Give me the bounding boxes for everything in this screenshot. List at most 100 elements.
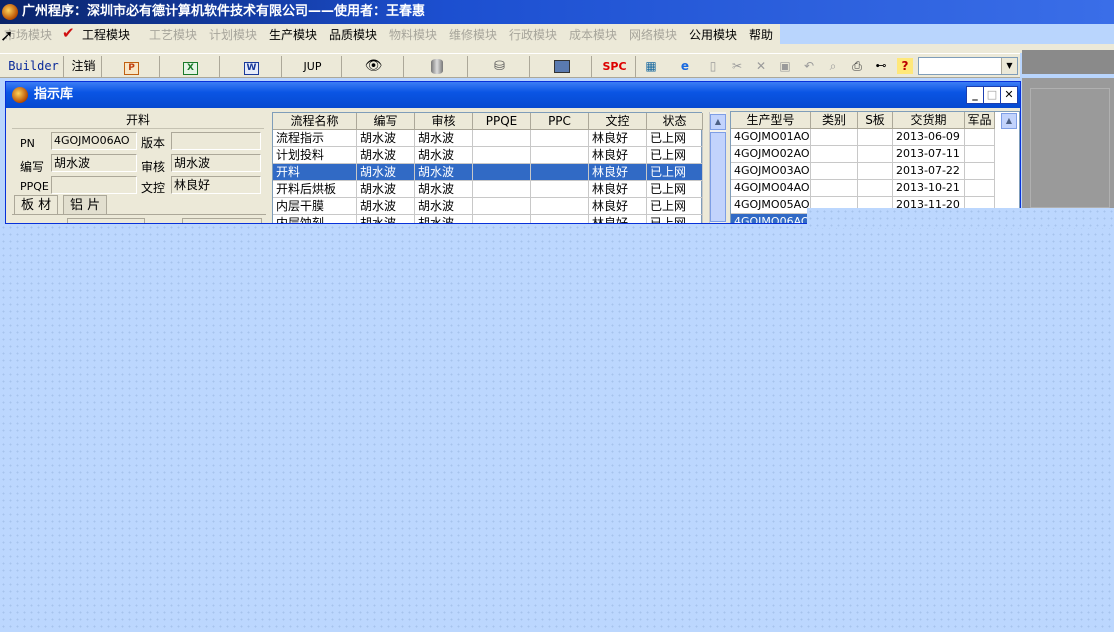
print-icon[interactable]: ⎙ [849,58,865,74]
model-cell[interactable]: 4GOJMO06AO [731,214,811,223]
doc-control-field[interactable]: 林良好 [171,176,261,194]
process-cell[interactable]: 内层干膜 [273,198,357,215]
new-doc-icon[interactable]: ▯ [705,58,721,74]
process-cell[interactable]: 林良好 [589,130,647,147]
model-cell[interactable]: 2013-07-22 [893,163,965,180]
menu-item-production[interactable]: 生产模块 [269,26,317,43]
process-cell[interactable]: 已上网 [647,147,703,164]
process-row[interactable]: 内层干膜 胡水波 胡水波 林良好 已上网 [273,198,703,215]
process-cell[interactable] [531,130,589,147]
writer-field[interactable]: 胡水波 [51,154,137,172]
model-cell[interactable] [858,180,893,197]
process-cell[interactable]: 林良好 [589,147,647,164]
process-cell[interactable]: 已上网 [647,181,703,198]
process-cell[interactable]: 胡水波 [357,164,415,181]
process-cell[interactable]: 林良好 [589,198,647,215]
menu-item-planning[interactable]: 计划模块 [209,26,257,43]
binoculars-icon[interactable]: ⊷ [873,58,889,74]
menu-item-common[interactable]: 公用模块 [689,26,737,43]
process-cell[interactable]: 开料 [273,164,357,181]
process-col-header[interactable]: PPQE [473,113,531,130]
process-cell[interactable]: 胡水波 [415,181,473,198]
cut-icon[interactable]: ✂ [729,58,745,74]
model-col-header[interactable]: 交货期 [893,112,965,129]
model-col-header[interactable]: 生产型号 [731,112,811,129]
process-cell[interactable] [473,130,531,147]
process-cell[interactable]: 胡水波 [415,164,473,181]
word-button[interactable]: W [222,56,282,77]
process-row[interactable]: 开料后烘板 胡水波 胡水波 林良好 已上网 [273,181,703,198]
scroll-up-icon[interactable]: ▲ [710,114,726,130]
model-cell[interactable]: 4GOJMO01AO [731,129,811,146]
process-cell[interactable]: 胡水波 [357,130,415,147]
model-cell[interactable]: 2013-07-11 [893,146,965,163]
process-cell[interactable] [531,215,589,223]
process-row[interactable]: 开料 胡水波 胡水波 林良好 已上网 [273,164,703,181]
model-cell[interactable]: 2013-10-21 [893,180,965,197]
process-cell[interactable]: 胡水波 [415,147,473,164]
menu-item-quality[interactable]: 品质模块 [329,26,377,43]
process-cell[interactable] [531,181,589,198]
process-cell[interactable]: 胡水波 [415,198,473,215]
model-cell[interactable] [811,180,858,197]
model-cell[interactable] [965,163,995,180]
process-cell[interactable]: 已上网 [647,130,703,147]
logout-button[interactable]: 注销 [66,56,102,77]
model-row[interactable]: 4GOJMO02AO 2013-07-11 [731,146,995,163]
ppt-button[interactable]: P [104,56,160,77]
minimize-button[interactable]: _ [966,86,984,104]
model-cell[interactable]: 4GOJMO02AO [731,146,811,163]
process-cell[interactable]: 胡水波 [357,181,415,198]
model-cell[interactable] [811,129,858,146]
menu-item-process[interactable]: 工艺模块 [149,26,197,43]
process-cell[interactable]: 林良好 [589,215,647,223]
process-cell[interactable]: 胡水波 [415,215,473,223]
process-cell[interactable]: 林良好 [589,181,647,198]
window-titlebar[interactable]: 指示库 _ □ ✕ [6,82,1020,108]
model-cell[interactable]: 4GOJMO05AO [731,197,811,214]
pn-field[interactable]: 4GOJMO06AO [51,132,137,150]
process-cell[interactable]: 开料后烘板 [273,181,357,198]
calculator-icon[interactable]: ▦ [643,58,659,74]
process-cell[interactable] [531,147,589,164]
tab-sheet[interactable]: 板 材 [14,195,59,215]
tab-aluminum[interactable]: 铝 片 [63,195,108,215]
process-cell[interactable] [531,198,589,215]
save-icon[interactable]: ▣ [777,58,793,74]
model-cell[interactable]: 4GOJMO04AO [731,180,811,197]
maximize-button[interactable]: □ [983,86,1001,104]
model-cell[interactable] [811,146,858,163]
menu-item-material[interactable]: 物料模块 [389,26,437,43]
model-row[interactable]: 4GOJMO03AO 2013-07-22 [731,163,995,180]
eye-button[interactable]: 👁 [344,56,404,77]
model-col-header[interactable]: S板 [858,112,893,129]
close-button[interactable]: ✕ [1000,86,1018,104]
scrollbar-thumb[interactable] [710,132,726,222]
excel-button[interactable]: X [162,56,220,77]
computer-button[interactable] [532,56,592,77]
process-cell[interactable] [531,164,589,181]
model-cell[interactable] [965,180,995,197]
model-col-header[interactable]: 军品 [965,112,995,129]
process-cell[interactable] [473,147,531,164]
menu-item-network[interactable]: 网络模块 [629,26,677,43]
model-cell[interactable]: 2013-06-09 [893,129,965,146]
database-button[interactable] [406,56,468,77]
process-col-header[interactable]: 编写 [357,113,415,130]
preview-icon[interactable]: ⌕ [825,58,841,74]
process-cell[interactable]: 胡水波 [357,198,415,215]
process-col-header[interactable]: 状态 [647,113,703,130]
help-icon[interactable]: ? [897,58,913,74]
model-cell[interactable] [858,146,893,163]
ppqe-field[interactable] [51,176,137,194]
process-col-header[interactable]: PPC [531,113,589,130]
process-cell[interactable] [473,215,531,223]
process-cell[interactable]: 胡水波 [357,215,415,223]
network-button[interactable]: ⛁ [470,56,530,77]
spc-button[interactable]: SPC [594,56,636,77]
reviewer-field[interactable]: 胡水波 [171,154,261,172]
menu-item-help[interactable]: 帮助 [749,26,773,43]
process-col-header[interactable]: 文控 [589,113,647,130]
toolbar-combo[interactable]: ▼ [918,57,1018,75]
jup-button[interactable]: JUP [284,56,342,77]
